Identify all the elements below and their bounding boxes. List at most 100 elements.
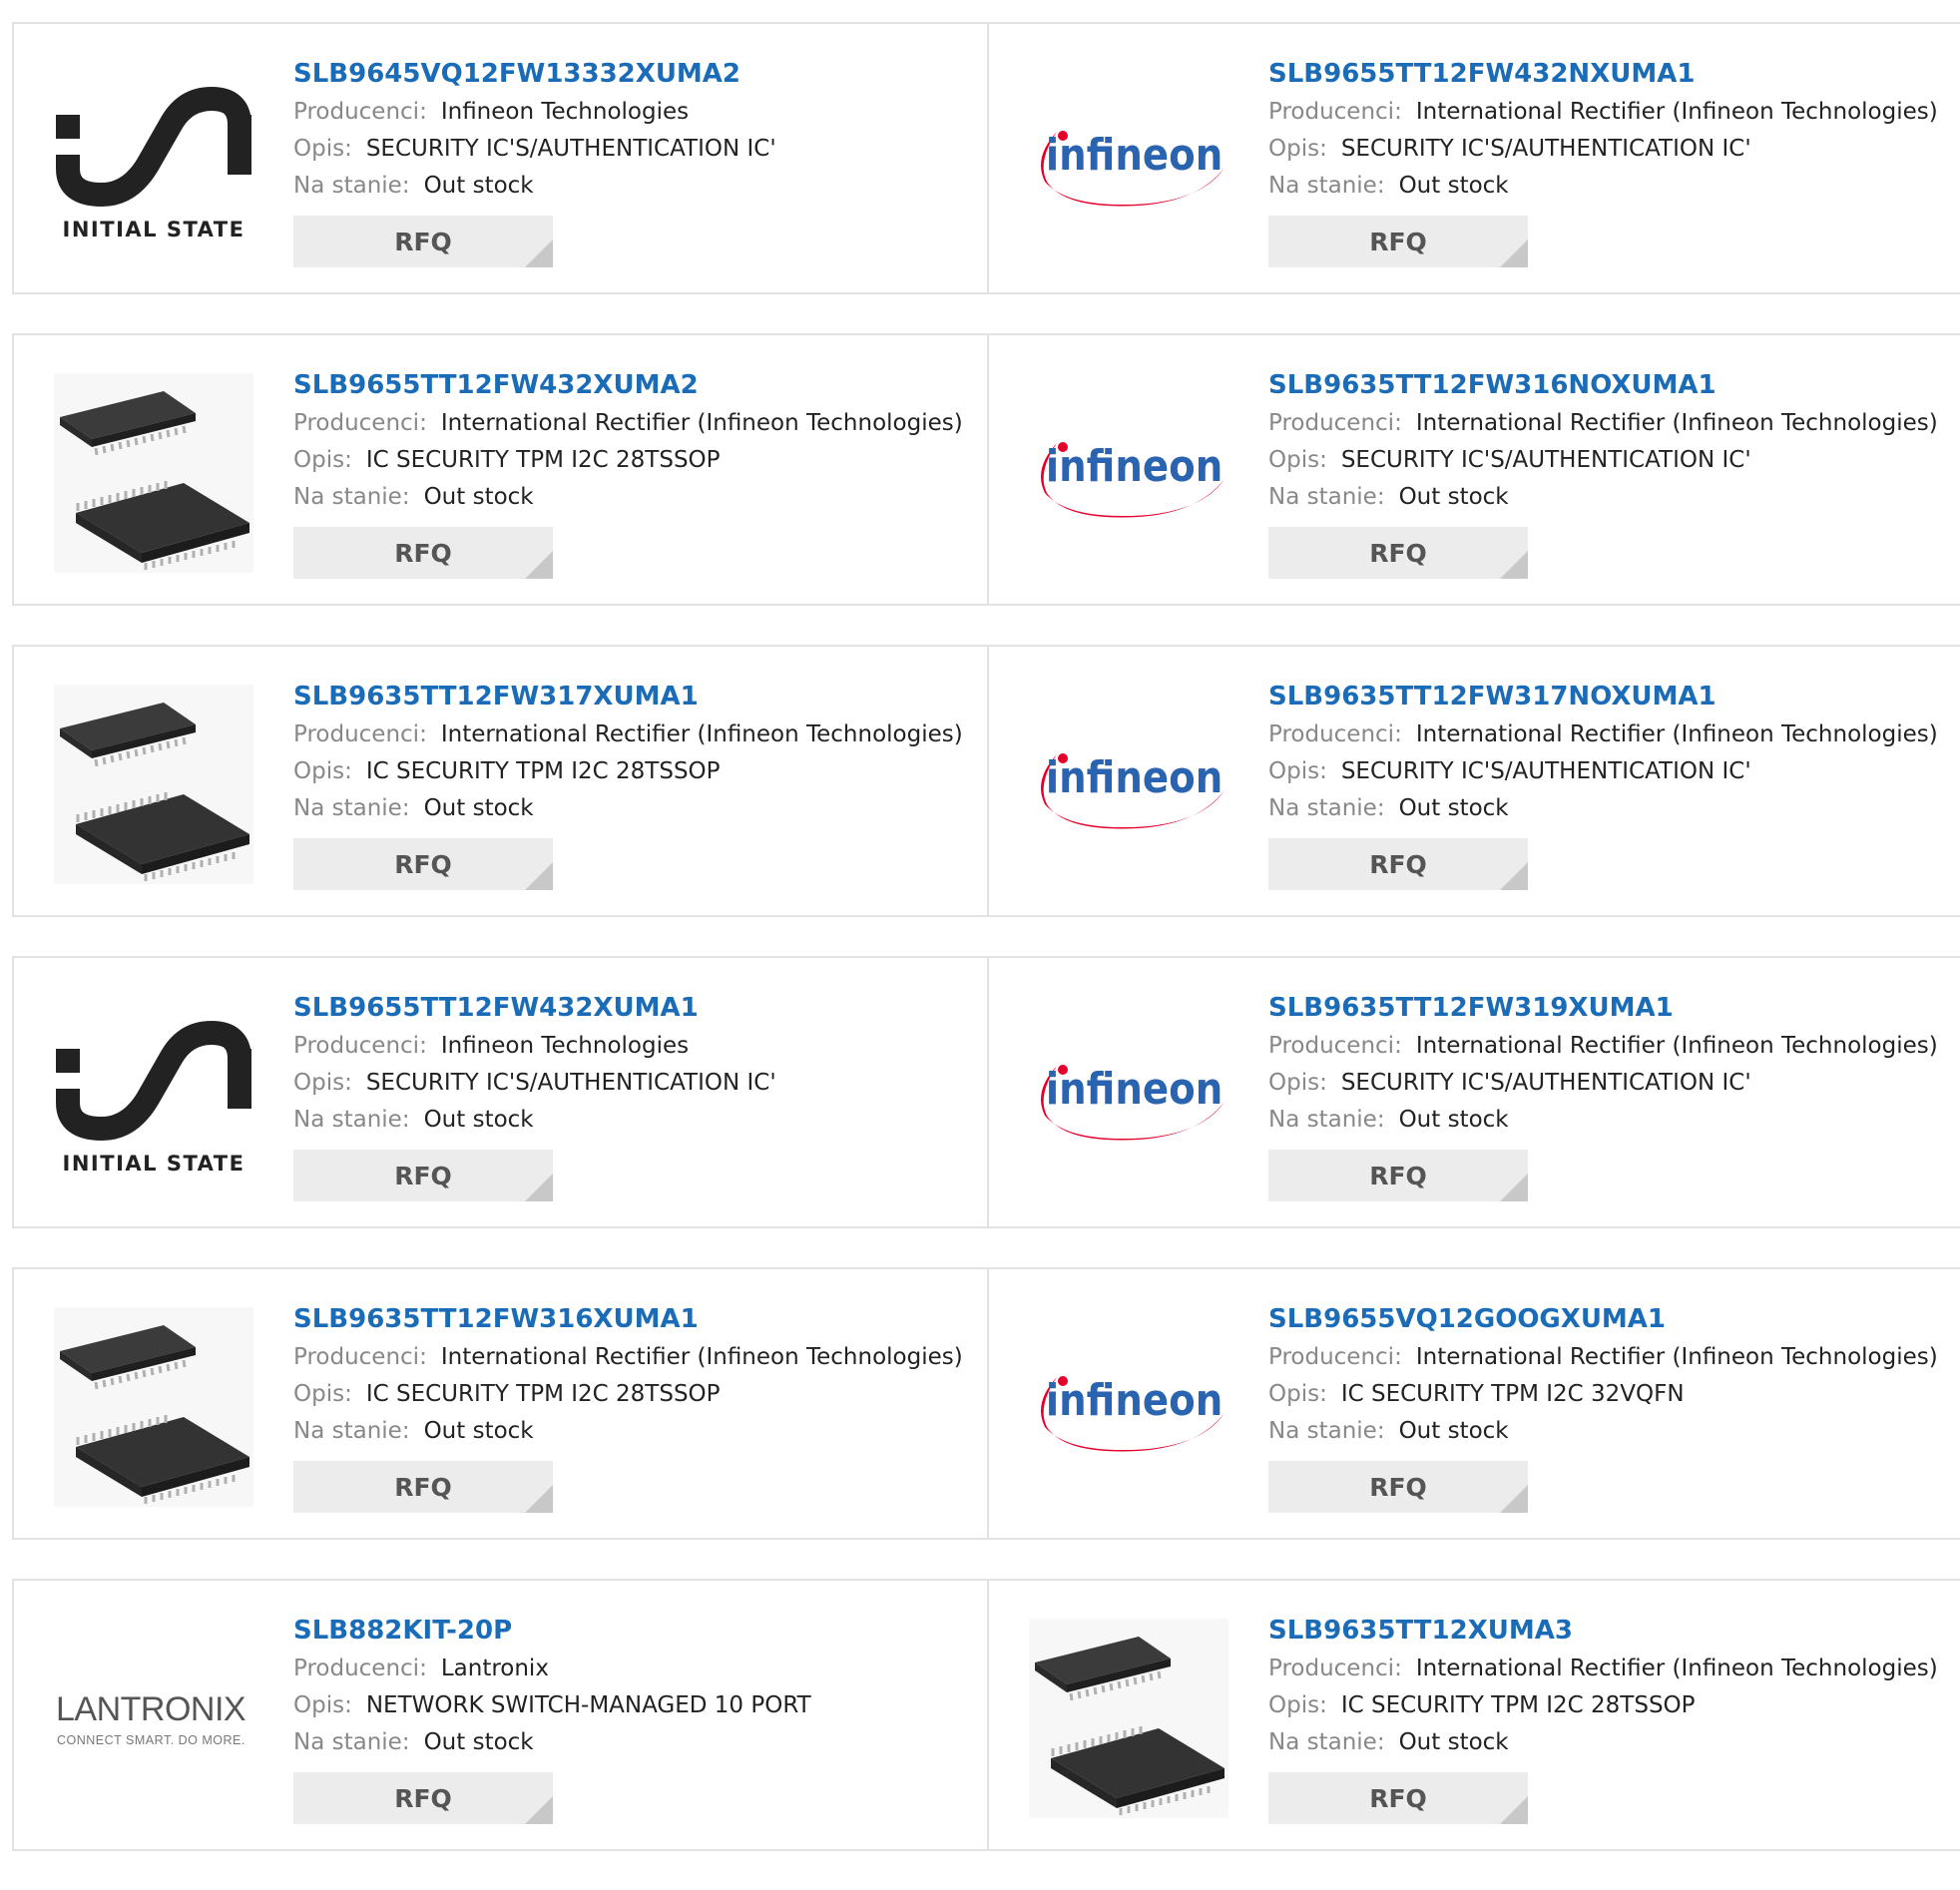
- product-image[interactable]: [54, 373, 253, 573]
- product-info: SLB9635TT12FW319XUMA1 Producenci: Interna…: [1268, 988, 1938, 1201]
- product-part-link[interactable]: SLB9635TT12FW317XUMA1: [293, 677, 963, 716]
- product-image[interactable]: infineon: [1029, 373, 1228, 573]
- stock-value: Out stock: [423, 484, 534, 510]
- product-info: SLB9655TT12FW432NXUMA1 Producenci: Intern…: [1268, 54, 1938, 267]
- product-part-link[interactable]: SLB9645VQ12FW13332XUMA2: [293, 54, 776, 94]
- rfq-button-label: RFQ: [394, 849, 452, 879]
- product-image[interactable]: [54, 1307, 253, 1507]
- product-info: SLB882KIT-20P Producenci: Lantronix Opis:…: [293, 1611, 811, 1824]
- manufacturer-row: Producenci: International Rectifier (Infi…: [293, 716, 963, 753]
- manufacturer-label: Producenci:: [293, 1344, 427, 1370]
- rfq-button[interactable]: RFQ: [1268, 838, 1528, 890]
- description-label: Opis:: [1268, 136, 1327, 162]
- initial-state-wordmark: INITIAL STATE: [63, 218, 245, 241]
- manufacturer-label: Producenci:: [1268, 721, 1402, 747]
- stock-label: Na stanie:: [1268, 1418, 1385, 1444]
- manufacturer-value: International Rectifier (Infineon Techno…: [440, 721, 963, 747]
- rfq-corner-decoration: [1500, 862, 1528, 890]
- rfq-button[interactable]: RFQ: [293, 1461, 553, 1513]
- rfq-corner-decoration: [1500, 1796, 1528, 1824]
- description-label: Opis:: [293, 1692, 352, 1718]
- description-row: Opis: SECURITY IC'S/AUTHENTICATION IC': [1268, 131, 1938, 168]
- product-image[interactable]: INITIAL STATE: [54, 62, 253, 261]
- product-image[interactable]: LANTRONIX CONNECT SMART. DO MORE.: [54, 1619, 253, 1818]
- description-row: Opis: IC SECURITY TPM I2C 32VQFN: [1268, 1376, 1938, 1413]
- rfq-button[interactable]: RFQ: [1268, 216, 1528, 267]
- stock-label: Na stanie:: [293, 173, 410, 199]
- rfq-button[interactable]: RFQ: [1268, 1150, 1528, 1201]
- stock-value: Out stock: [423, 1418, 534, 1444]
- rfq-button[interactable]: RFQ: [293, 838, 553, 890]
- manufacturer-value: International Rectifier (Infineon Techno…: [1415, 410, 1938, 436]
- rfq-button-label: RFQ: [1369, 1783, 1427, 1813]
- stock-row: Na stanie: Out stock: [293, 1413, 963, 1450]
- product-image[interactable]: infineon: [1029, 1307, 1228, 1507]
- stock-row: Na stanie: Out stock: [1268, 790, 1938, 827]
- stock-value: Out stock: [1398, 1418, 1509, 1444]
- product-image[interactable]: infineon: [1029, 685, 1228, 884]
- product-part-link[interactable]: SLB9655VQ12GOOGXUMA1: [1268, 1299, 1938, 1339]
- rfq-button-label: RFQ: [394, 1783, 452, 1813]
- rfq-button[interactable]: RFQ: [1268, 1461, 1528, 1513]
- rfq-button-label: RFQ: [394, 1472, 452, 1502]
- manufacturer-label: Producenci:: [1268, 410, 1402, 436]
- chip-image: [54, 373, 253, 573]
- product-image[interactable]: [54, 685, 253, 884]
- stock-value: Out stock: [423, 173, 534, 199]
- manufacturer-row: Producenci: International Rectifier (Infi…: [1268, 405, 1938, 442]
- description-row: Opis: IC SECURITY TPM I2C 28TSSOP: [293, 753, 963, 790]
- stock-row: Na stanie: Out stock: [293, 1102, 776, 1139]
- description-value: IC SECURITY TPM I2C 28TSSOP: [365, 1381, 721, 1407]
- manufacturer-label: Producenci:: [1268, 99, 1402, 125]
- infineon-wordmark: infineon: [1046, 1375, 1224, 1426]
- description-row: Opis: SECURITY IC'S/AUTHENTICATION IC': [293, 1065, 776, 1102]
- rfq-button[interactable]: RFQ: [1268, 527, 1528, 579]
- manufacturer-label: Producenci:: [293, 1033, 427, 1059]
- rfq-button[interactable]: RFQ: [293, 1772, 553, 1824]
- stock-row: Na stanie: Out stock: [1268, 1724, 1938, 1761]
- rfq-corner-decoration: [525, 1485, 553, 1513]
- product-image[interactable]: [1029, 1619, 1228, 1818]
- stock-label: Na stanie:: [1268, 1729, 1385, 1755]
- infineon-logo: infineon: [1041, 441, 1225, 518]
- product-part-link[interactable]: SLB9635TT12FW316NOXUMA1: [1268, 365, 1938, 405]
- chip-image: [54, 1307, 253, 1507]
- product-info: SLB9655VQ12GOOGXUMA1 Producenci: Internat…: [1268, 1299, 1938, 1513]
- product-info: SLB9635TT12FW316NOXUMA1 Producenci: Inter…: [1268, 365, 1938, 579]
- product-info: SLB9635TT12FW317XUMA1 Producenci: Interna…: [293, 677, 963, 890]
- manufacturer-row: Producenci: International Rectifier (Infi…: [293, 405, 963, 442]
- product-part-link[interactable]: SLB9635TT12FW319XUMA1: [1268, 988, 1938, 1028]
- product-image[interactable]: INITIAL STATE: [54, 996, 253, 1195]
- product-part-link[interactable]: SLB9635TT12XUMA3: [1268, 1611, 1938, 1651]
- stock-label: Na stanie:: [1268, 795, 1385, 821]
- description-row: Opis: IC SECURITY TPM I2C 28TSSOP: [1268, 1687, 1938, 1724]
- product-part-link[interactable]: SLB9635TT12FW316XUMA1: [293, 1299, 963, 1339]
- product-part-link[interactable]: SLB882KIT-20P: [293, 1611, 811, 1651]
- product-part-link[interactable]: SLB9655TT12FW432NXUMA1: [1268, 54, 1938, 94]
- rfq-button[interactable]: RFQ: [1268, 1772, 1528, 1824]
- product-info: SLB9655TT12FW432XUMA2 Producenci: Interna…: [293, 365, 963, 579]
- product-image[interactable]: infineon: [1029, 62, 1228, 261]
- product-row: LANTRONIX CONNECT SMART. DO MORE. SLB882…: [12, 1579, 1960, 1851]
- manufacturer-value: International Rectifier (Infineon Techno…: [1415, 1655, 1938, 1681]
- description-value: SECURITY IC'S/AUTHENTICATION IC': [1340, 447, 1751, 473]
- product-row: SLB9635TT12FW317XUMA1 Producenci: Interna…: [12, 645, 1960, 917]
- description-value: IC SECURITY TPM I2C 28TSSOP: [365, 758, 721, 784]
- manufacturer-value: International Rectifier (Infineon Techno…: [1415, 1344, 1938, 1370]
- manufacturer-row: Producenci: International Rectifier (Infi…: [1268, 716, 1938, 753]
- product-info: SLB9635TT12FW317NOXUMA1 Producenci: Inter…: [1268, 677, 1938, 890]
- rfq-button[interactable]: RFQ: [293, 216, 553, 267]
- product-part-link[interactable]: SLB9655TT12FW432XUMA2: [293, 365, 963, 405]
- product-image[interactable]: infineon: [1029, 996, 1228, 1195]
- description-row: Opis: SECURITY IC'S/AUTHENTICATION IC': [1268, 442, 1938, 479]
- description-value: IC SECURITY TPM I2C 28TSSOP: [365, 447, 721, 473]
- stock-row: Na stanie: Out stock: [293, 1724, 811, 1761]
- product-part-link[interactable]: SLB9635TT12FW317NOXUMA1: [1268, 677, 1938, 716]
- description-row: Opis: IC SECURITY TPM I2C 28TSSOP: [293, 442, 963, 479]
- rfq-button[interactable]: RFQ: [293, 527, 553, 579]
- product-card: INITIAL STATE SLB9655TT12FW432XUMA1 Prod…: [14, 958, 987, 1226]
- rfq-button[interactable]: RFQ: [293, 1150, 553, 1201]
- product-part-link[interactable]: SLB9655TT12FW432XUMA1: [293, 988, 776, 1028]
- stock-label: Na stanie:: [293, 1418, 410, 1444]
- manufacturer-label: Producenci:: [293, 99, 427, 125]
